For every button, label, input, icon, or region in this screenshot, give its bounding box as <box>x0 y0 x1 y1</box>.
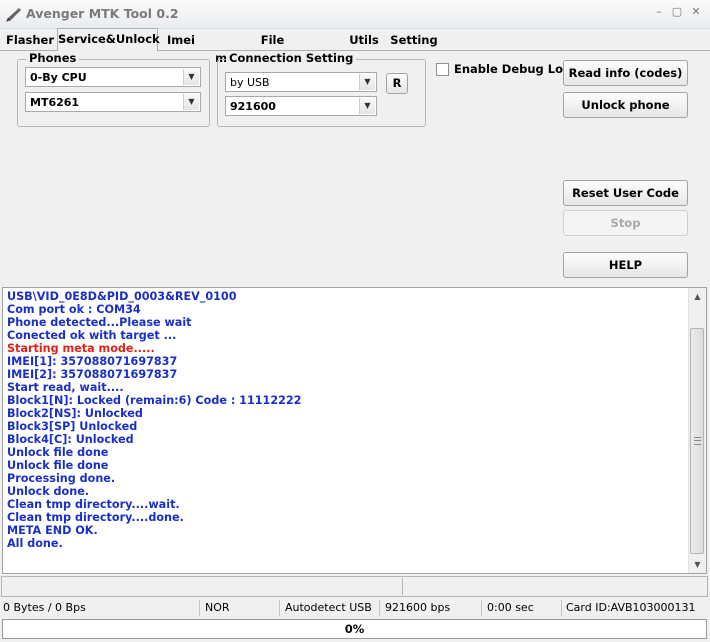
baud-rate-value: 921600 <box>230 100 276 113</box>
tab-imei[interactable]: Imei <box>164 31 198 49</box>
log-line: Unlock file done <box>7 446 109 459</box>
cpu-select-value: 0-By CPU <box>30 71 87 84</box>
status-panel-row <box>1 576 708 597</box>
scroll-down-arrow-icon[interactable]: ▼ <box>689 556 706 573</box>
log-line: Unlock done. <box>7 485 90 498</box>
log-line: Conected ok with target ... <box>7 329 177 342</box>
unlock-phone-button[interactable]: Unlock phone <box>563 92 688 118</box>
chevron-down-icon: ▼ <box>183 94 199 110</box>
log-line: Block3[SP] Unlocked <box>7 420 138 433</box>
log-line: Phone detected...Please wait <box>7 316 192 329</box>
log-line: Start read, wait.... <box>7 381 124 394</box>
log-scrollbar[interactable]: ▲ ▼ <box>688 288 706 573</box>
app-icon <box>6 8 21 22</box>
tab-setting[interactable]: Setting <box>390 31 438 49</box>
status-transfer: 0 Bytes / 0 Bps <box>0 600 200 616</box>
status-baud: 921600 bps <box>382 600 482 616</box>
chevron-down-icon: ▼ <box>183 69 199 85</box>
help-button[interactable]: HELP <box>563 252 688 278</box>
log-line: Starting meta mode..... <box>7 342 155 355</box>
tab-flasher[interactable]: Flasher <box>5 31 55 49</box>
log-line: Block2[NS]: Unlocked <box>7 407 143 420</box>
log-lines: USB\VID_0E8D&PID_0003&REV_0100 Com port o… <box>7 290 687 550</box>
window-title: Avenger MTK Tool 0.2 <box>26 6 179 21</box>
model-select[interactable]: MT6261 ▼ <box>25 92 201 112</box>
stop-button[interactable]: Stop <box>563 210 688 236</box>
cpu-select[interactable]: 0-By CPU ▼ <box>25 67 201 87</box>
log-line: IMEI[1]: 357088071697837 <box>7 355 178 368</box>
log-line: Processing done. <box>7 472 116 485</box>
tab-bar: Flasher Service&Unlock Imei File manager… <box>0 28 710 65</box>
log-line: Unlock file done <box>7 459 109 472</box>
minimize-button[interactable]: – <box>652 6 666 18</box>
scrollbar-thumb[interactable] <box>690 328 704 554</box>
progress-label: 0% <box>344 622 365 636</box>
model-select-value: MT6261 <box>30 96 80 109</box>
scroll-up-arrow-icon[interactable]: ▲ <box>689 288 706 305</box>
connection-mode-value: by USB <box>230 76 270 89</box>
log-line: All done. <box>7 537 63 550</box>
progress-bar: 0% <box>2 619 707 639</box>
log-line: Clean tmp directory....done. <box>7 511 184 524</box>
connection-group-title: Connection Setting <box>226 51 357 65</box>
status-separator <box>402 578 403 595</box>
close-button[interactable]: ✕ <box>689 6 703 18</box>
log-line: Block4[C]: Unlocked <box>7 433 134 446</box>
debug-log-checkbox[interactable] <box>436 63 449 76</box>
status-bar: 0 Bytes / 0 Bps NOR Autodetect USB 92160… <box>0 598 710 618</box>
grip-icon <box>694 437 701 445</box>
status-flash-type: NOR <box>202 600 280 616</box>
log-line: Com port ok : COM34 <box>7 303 141 316</box>
chevron-down-icon: ▼ <box>359 98 375 114</box>
phones-group-title: Phones <box>26 51 80 65</box>
status-detect: Autodetect USB <box>282 600 380 616</box>
maximize-button[interactable]: ▢ <box>670 6 684 18</box>
log-line: Clean tmp directory....wait. <box>7 498 180 511</box>
log-line: USB\VID_0E8D&PID_0003&REV_0100 <box>7 290 237 303</box>
status-time: 0:00 sec <box>484 600 562 616</box>
log-line: Block1[N]: Locked (remain:6) Code : 1111… <box>7 394 302 407</box>
tab-service-unlock[interactable]: Service&Unlock <box>57 28 160 51</box>
chevron-down-icon: ▼ <box>359 74 375 90</box>
tab-file-manager-backup[interactable]: File manager&Backup <box>207 31 338 65</box>
title-bar: Avenger MTK Tool 0.2 – ▢ ✕ <box>0 0 710 29</box>
read-info-button[interactable]: Read info (codes) <box>563 60 688 86</box>
debug-log-label: Enable Debug Log <box>454 62 572 76</box>
tab-utils[interactable]: Utils <box>347 31 381 49</box>
log-output[interactable]: USB\VID_0E8D&PID_0003&REV_0100 Com port o… <box>2 287 707 574</box>
log-line: IMEI[2]: 357088071697837 <box>7 368 178 381</box>
baud-rate-select[interactable]: 921600 ▼ <box>225 96 377 116</box>
refresh-r-button[interactable]: R <box>386 73 408 94</box>
reset-user-code-button[interactable]: Reset User Code <box>563 180 688 206</box>
connection-mode-select[interactable]: by USB ▼ <box>225 72 377 92</box>
log-line: META END OK. <box>7 524 98 537</box>
status-card-id: Card ID:AVB103000131 <box>566 601 696 614</box>
